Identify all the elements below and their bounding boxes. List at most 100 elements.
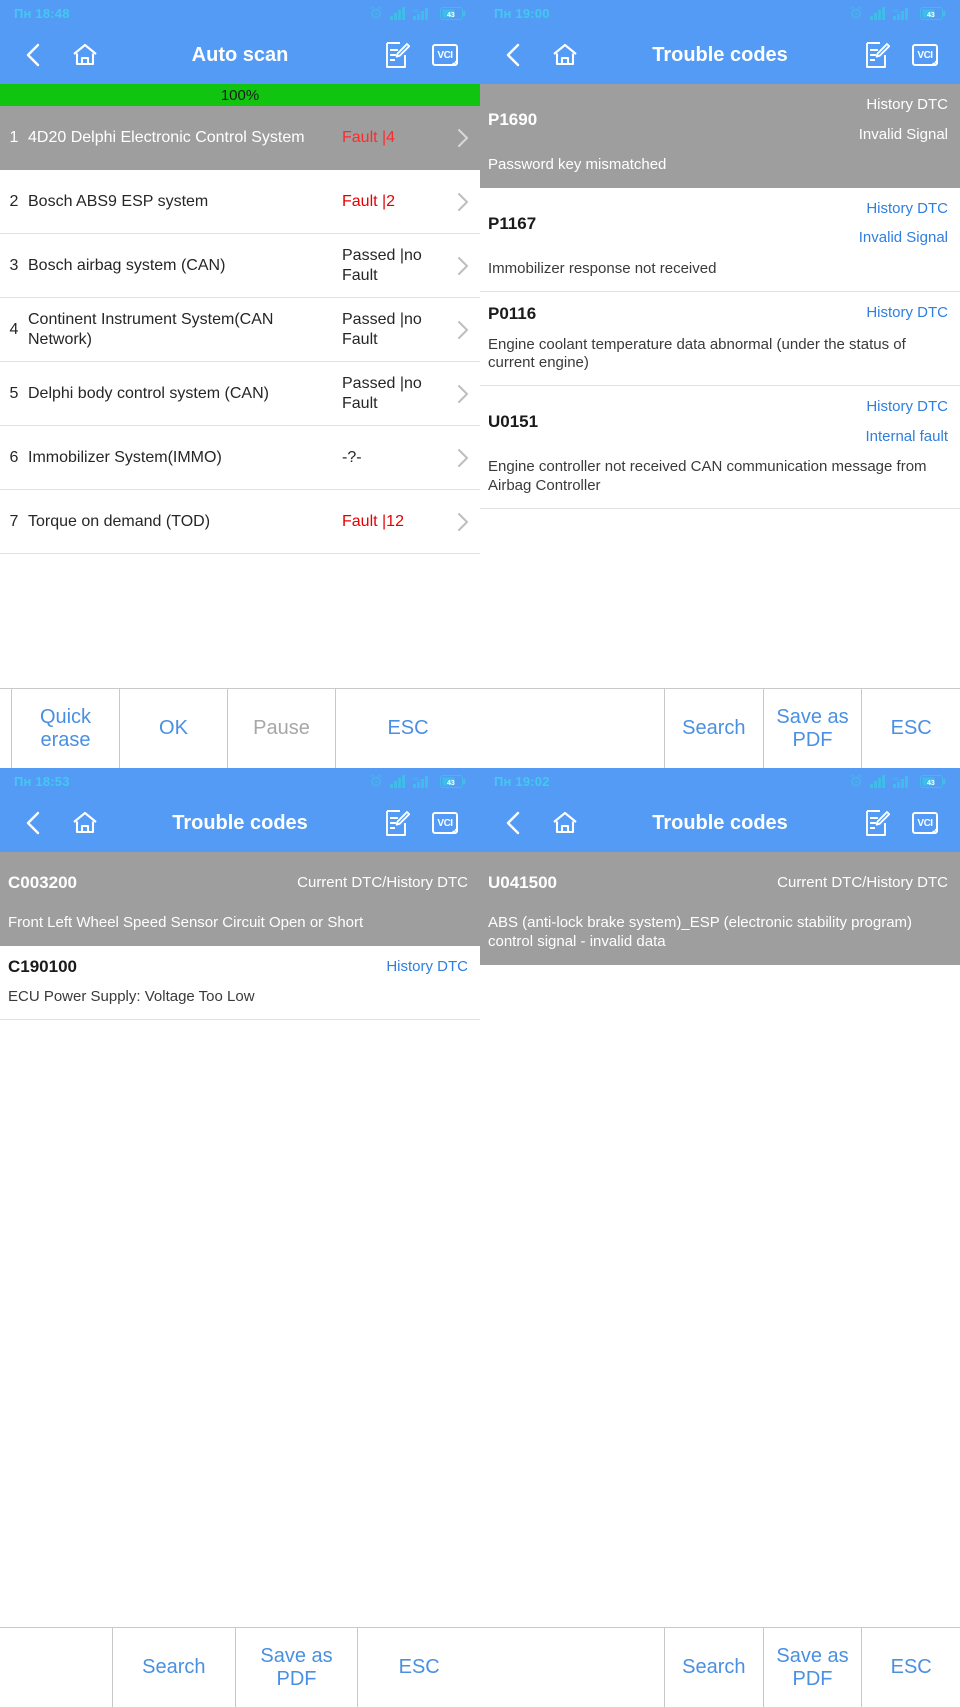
back-button[interactable] xyxy=(22,809,44,837)
list-item[interactable]: C003200 Current DTC/History DTC Front Le… xyxy=(0,852,480,946)
esc-button[interactable]: ESC xyxy=(358,1628,480,1707)
panel-trouble-codes-engine: Пн 19:00 4G 43 Trouble codes VCI ✓ P1690… xyxy=(480,0,960,768)
dtc-code: P1167 xyxy=(488,213,537,233)
table-row[interactable]: 5 Delphi body control system (CAN) Passe… xyxy=(0,362,480,426)
panel-trouble-codes-abs: Пн 18:53 4G 43 Trouble codes VCI ✓ C0032… xyxy=(0,768,480,1707)
search-button[interactable]: Search xyxy=(665,689,764,768)
svg-text:43: 43 xyxy=(447,12,455,19)
title-actions: VCI ✓ xyxy=(384,41,459,69)
table-row[interactable]: 4 Continent Instrument System(CAN Networ… xyxy=(0,298,480,362)
back-button[interactable] xyxy=(502,41,524,69)
edit-note-icon xyxy=(386,810,410,836)
dtc-head: U0151 History DTC Internal fault xyxy=(480,386,960,458)
vci-button[interactable]: VCI ✓ xyxy=(432,812,459,837)
dtc-code: P1690 xyxy=(488,110,538,129)
title-bar: Auto scan VCI ✓ xyxy=(0,26,480,84)
dtc-tags: History DTC Invalid Signal xyxy=(859,96,948,143)
vci-button[interactable]: VCI ✓ xyxy=(432,44,459,69)
edit-note-button[interactable] xyxy=(384,809,410,837)
chevron-right-icon[interactable] xyxy=(446,191,480,213)
back-button[interactable] xyxy=(502,809,524,837)
dtc-tags: Current DTC/History DTC xyxy=(777,874,948,892)
home-button[interactable] xyxy=(70,41,100,69)
title-bar: Trouble codes VCI ✓ xyxy=(480,794,960,852)
pause-button[interactable]: Pause xyxy=(228,689,336,768)
dtc-code: C190100 xyxy=(8,956,78,976)
list-item[interactable]: U041500 Current DTC/History DTC ABS (ant… xyxy=(480,852,960,965)
chevron-right-icon[interactable] xyxy=(446,511,480,533)
row-status: Passed |no Fault xyxy=(342,310,422,348)
table-row[interactable]: 6 Immobilizer System(IMMO) -?- xyxy=(0,426,480,490)
list-item[interactable]: C190100 History DTC ECU Power Supply: Vo… xyxy=(0,946,480,1020)
dtc-head: U041500 Current DTC/History DTC xyxy=(480,852,960,914)
save-as-pdf-button[interactable]: Save as PDF xyxy=(764,689,863,768)
battery-icon: 43 xyxy=(920,774,946,788)
status-badge: History DTC xyxy=(866,398,948,415)
battery-icon: 43 xyxy=(440,774,466,788)
toolbar-spacer xyxy=(0,689,12,768)
title-actions: VCI ✓ xyxy=(864,41,939,69)
vci-button[interactable]: VCI ✓ xyxy=(912,812,939,837)
table-row[interactable]: 3 Bosch airbag system (CAN) Passed |no F… xyxy=(0,234,480,298)
chevron-right-icon[interactable] xyxy=(446,383,480,405)
row-index: 6 xyxy=(9,448,19,466)
trouble-code-list: U041500 Current DTC/History DTC ABS (ant… xyxy=(480,852,960,965)
esc-button[interactable]: ESC xyxy=(862,1628,960,1707)
chevron-right-icon[interactable] xyxy=(446,447,480,469)
list-item[interactable]: U0151 History DTC Internal fault Engine … xyxy=(480,386,960,509)
save-as-pdf-button[interactable]: Save as PDF xyxy=(764,1628,863,1707)
row-index: 2 xyxy=(9,192,19,210)
edit-note-button[interactable] xyxy=(864,41,890,69)
table-row[interactable]: 1 4D20 Delphi Electronic Control System … xyxy=(0,106,480,170)
home-button[interactable] xyxy=(550,41,580,69)
panel-auto-scan: Пн 18:48 4G 43 Auto scan VCI ✓ 100% 1 4D… xyxy=(0,0,480,768)
list-item[interactable]: P1167 History DTC Invalid Signal Immobil… xyxy=(480,188,960,292)
search-button[interactable]: Search xyxy=(665,1628,764,1707)
chevron-right-icon[interactable] xyxy=(446,319,480,341)
dtc-description: Immobilizer response not received xyxy=(488,259,717,277)
chevron-left-icon xyxy=(506,43,520,67)
list-item[interactable]: P0116 History DTC Engine coolant tempera… xyxy=(480,292,960,386)
home-icon xyxy=(73,43,97,66)
esc-button[interactable]: ESC xyxy=(336,689,480,768)
vci-button[interactable]: VCI ✓ xyxy=(912,44,939,69)
status-bar: Пн 19:00 4G 43 xyxy=(480,0,960,26)
dtc-tags: History DTC Internal fault xyxy=(865,398,948,445)
scan-progress-bar: 100% xyxy=(0,84,480,106)
bottom-toolbar: Search Save as PDF ESC xyxy=(480,688,960,768)
vci-check-icon: ✓ xyxy=(931,826,939,837)
edit-note-button[interactable] xyxy=(384,41,410,69)
dtc-code: U041500 xyxy=(488,873,558,892)
dtc-description: Front Left Wheel Speed Sensor Circuit Op… xyxy=(8,914,364,931)
edit-note-button[interactable] xyxy=(864,809,890,837)
status-badge: Current DTC/History DTC xyxy=(297,873,468,891)
signal-bars-icon xyxy=(870,774,885,788)
home-button[interactable] xyxy=(70,809,100,837)
dtc-head: C003200 Current DTC/History DTC xyxy=(0,852,480,914)
status-bar: Пн 18:53 4G 43 xyxy=(0,768,480,794)
edit-note-icon xyxy=(866,42,890,68)
chevron-right-icon[interactable] xyxy=(446,255,480,277)
title-actions: VCI ✓ xyxy=(864,809,939,837)
dtc-description: ABS (anti-lock brake system)_ESP (electr… xyxy=(488,914,913,950)
back-button[interactable] xyxy=(22,41,44,69)
home-button[interactable] xyxy=(550,809,580,837)
row-system-name: Bosch ABS9 ESP system xyxy=(28,192,209,210)
quick-erase-button[interactable]: Quick erase xyxy=(12,689,120,768)
list-item[interactable]: P1690 History DTC Invalid Signal Passwor… xyxy=(480,84,960,188)
table-row[interactable]: 7 Torque on demand (TOD) Fault |12 xyxy=(0,490,480,554)
dtc-description: Engine coolant temperature data abnormal… xyxy=(488,335,906,372)
esc-button[interactable]: ESC xyxy=(862,689,960,768)
row-index: 7 xyxy=(9,512,19,530)
table-row[interactable]: 2 Bosch ABS9 ESP system Fault |2 xyxy=(0,170,480,234)
4g-signal-icon: 4G xyxy=(893,7,908,20)
search-button[interactable]: Search xyxy=(113,1628,236,1707)
ok-button[interactable]: OK xyxy=(120,689,228,768)
chevron-left-icon xyxy=(26,811,40,835)
battery-icon: 43 xyxy=(440,6,466,20)
chevron-right-icon[interactable] xyxy=(446,127,480,149)
alarm-clock-icon xyxy=(371,6,381,19)
screenshot-root: Пн 18:48 4G 43 Auto scan VCI ✓ 100% 1 4D… xyxy=(0,0,960,1707)
panel-trouble-codes-network: Пн 19:02 4G 43 Trouble codes VCI ✓ U0415… xyxy=(480,768,960,1707)
save-as-pdf-button[interactable]: Save as PDF xyxy=(236,1628,359,1707)
